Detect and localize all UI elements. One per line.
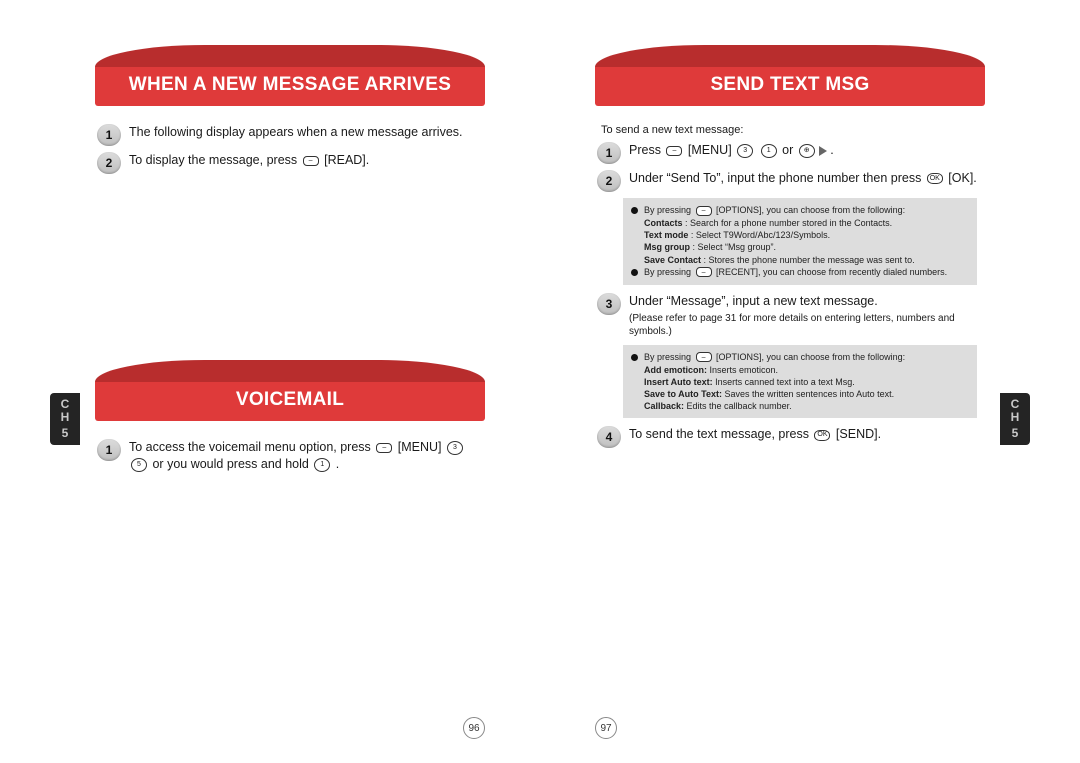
step-text-part: [SEND].: [836, 427, 881, 441]
manual-spread: CH 5 WHEN A NEW MESSAGE ARRIVES 1 The fo…: [0, 0, 1080, 763]
banner-arch: [595, 45, 985, 67]
bullet-icon: [631, 269, 638, 276]
step-text: To display the message, press – [READ].: [129, 152, 369, 169]
step-text: Under “Message”, input a new text messag…: [629, 293, 983, 339]
softkey-icon: –: [376, 443, 392, 453]
section-title: WHEN A NEW MESSAGE ARRIVES: [95, 67, 485, 106]
send-step-2: 2 Under “Send To”, input the phone numbe…: [597, 170, 983, 192]
step-badge: 3: [597, 293, 621, 315]
step-text-part: To access the voicemail menu option, pre…: [129, 440, 374, 454]
page-number-right: 97: [595, 717, 617, 739]
step-text: To access the voicemail menu option, pre…: [129, 439, 483, 473]
page-right: CH 5 SEND TEXT MSG To send a new text me…: [540, 0, 1080, 763]
send-step-3: 3 Under “Message”, input a new text mess…: [597, 293, 983, 339]
voicemail-step-1: 1 To access the voicemail menu option, p…: [97, 439, 483, 473]
step-text: To send the text message, press OK [SEND…: [629, 426, 881, 443]
step-text-part: To send the text message, press: [629, 427, 812, 441]
info-line: By pressing – [OPTIONS], you can choose …: [644, 204, 905, 216]
step-badge: 4: [597, 426, 621, 448]
key-5-icon: 5: [131, 458, 147, 472]
section-send-text: SEND TEXT MSG: [595, 45, 985, 106]
step-badge: 1: [97, 439, 121, 461]
section-new-message: WHEN A NEW MESSAGE ARRIVES: [95, 45, 485, 106]
step-text: Press – [MENU] 3 1 or ⊕ .: [629, 142, 834, 159]
step-text-part: Under “Message”, input a new text messag…: [629, 294, 878, 308]
section-title: VOICEMAIL: [95, 382, 485, 421]
arrow-right-icon: [819, 146, 827, 156]
step-badge: 1: [97, 124, 121, 146]
intro-text: To send a new text message:: [601, 124, 979, 136]
banner-arch: [95, 45, 485, 67]
step-badge: 1: [597, 142, 621, 164]
step-text-part: To display the message, press: [129, 153, 301, 167]
step-text-part: .: [336, 457, 339, 471]
page-left: CH 5 WHEN A NEW MESSAGE ARRIVES 1 The fo…: [0, 0, 540, 763]
step-text-part: [READ].: [324, 153, 369, 167]
bullet-icon: [631, 207, 638, 214]
options-box-2: By pressing – [OPTIONS], you can choose …: [623, 345, 977, 419]
chapter-number: 5: [1012, 427, 1019, 440]
info-line: Text mode : Select T9Word/Abc/123/Symbol…: [631, 229, 969, 241]
section-voicemail: VOICEMAIL: [95, 360, 485, 421]
step-2: 2 To display the message, press – [READ]…: [97, 152, 483, 174]
info-line: Save to Auto Text: Saves the written sen…: [631, 388, 969, 400]
step-text-part: Press: [629, 143, 664, 157]
step-text-part: .: [830, 143, 833, 157]
bullet-icon: [631, 354, 638, 361]
info-line: Insert Auto text: Inserts canned text in…: [631, 376, 969, 388]
key-3-icon: 3: [447, 441, 463, 455]
nav-icon: ⊕: [799, 144, 815, 158]
step-text-part: or: [782, 143, 797, 157]
page-number-left: 96: [463, 717, 485, 739]
softkey-icon: –: [303, 156, 319, 166]
ok-key-icon: OK: [927, 173, 943, 184]
softkey-icon: –: [666, 146, 682, 156]
step-text-part: [MENU]: [398, 440, 445, 454]
key-1-icon: 1: [314, 458, 330, 472]
info-line: Contacts : Search for a phone number sto…: [631, 217, 969, 229]
chapter-tab-left: CH 5: [50, 393, 80, 445]
info-line: Callback: Edits the callback number.: [631, 400, 969, 412]
chapter-tab-right: CH 5: [1000, 393, 1030, 445]
send-step-1: 1 Press – [MENU] 3 1 or ⊕ .: [597, 142, 983, 164]
step-badge: 2: [597, 170, 621, 192]
chapter-label: CH: [1011, 398, 1020, 424]
step-text: The following display appears when a new…: [129, 124, 463, 141]
info-line: Msg group : Select “Msg group”.: [631, 241, 969, 253]
section-title: SEND TEXT MSG: [595, 67, 985, 106]
softkey-icon: –: [696, 352, 712, 362]
step-badge: 2: [97, 152, 121, 174]
step-text: Under “Send To”, input the phone number …: [629, 170, 977, 187]
key-1-icon: 1: [761, 144, 777, 158]
softkey-icon: –: [696, 267, 712, 277]
key-3-icon: 3: [737, 144, 753, 158]
send-step-4: 4 To send the text message, press OK [SE…: [597, 426, 983, 448]
info-line: Add emoticon: Inserts emoticon.: [631, 364, 969, 376]
chapter-number: 5: [62, 427, 69, 440]
info-line: By pressing – [OPTIONS], you can choose …: [644, 351, 905, 363]
banner-arch: [95, 360, 485, 382]
options-box-1: By pressing – [OPTIONS], you can choose …: [623, 198, 977, 285]
step-subtext: (Please refer to page 31 for more detail…: [629, 312, 983, 339]
step-text-part: Under “Send To”, input the phone number …: [629, 171, 925, 185]
softkey-icon: –: [696, 206, 712, 216]
step-1: 1 The following display appears when a n…: [97, 124, 483, 146]
step-text-part: [OK].: [948, 171, 976, 185]
info-line: Save Contact : Stores the phone number t…: [631, 254, 969, 266]
chapter-label: CH: [61, 398, 70, 424]
info-line: By pressing – [RECENT], you can choose f…: [644, 266, 947, 278]
ok-key-icon: OK: [814, 430, 830, 441]
step-text-part: [MENU]: [688, 143, 735, 157]
step-text-part: or you would press and hold: [152, 457, 312, 471]
